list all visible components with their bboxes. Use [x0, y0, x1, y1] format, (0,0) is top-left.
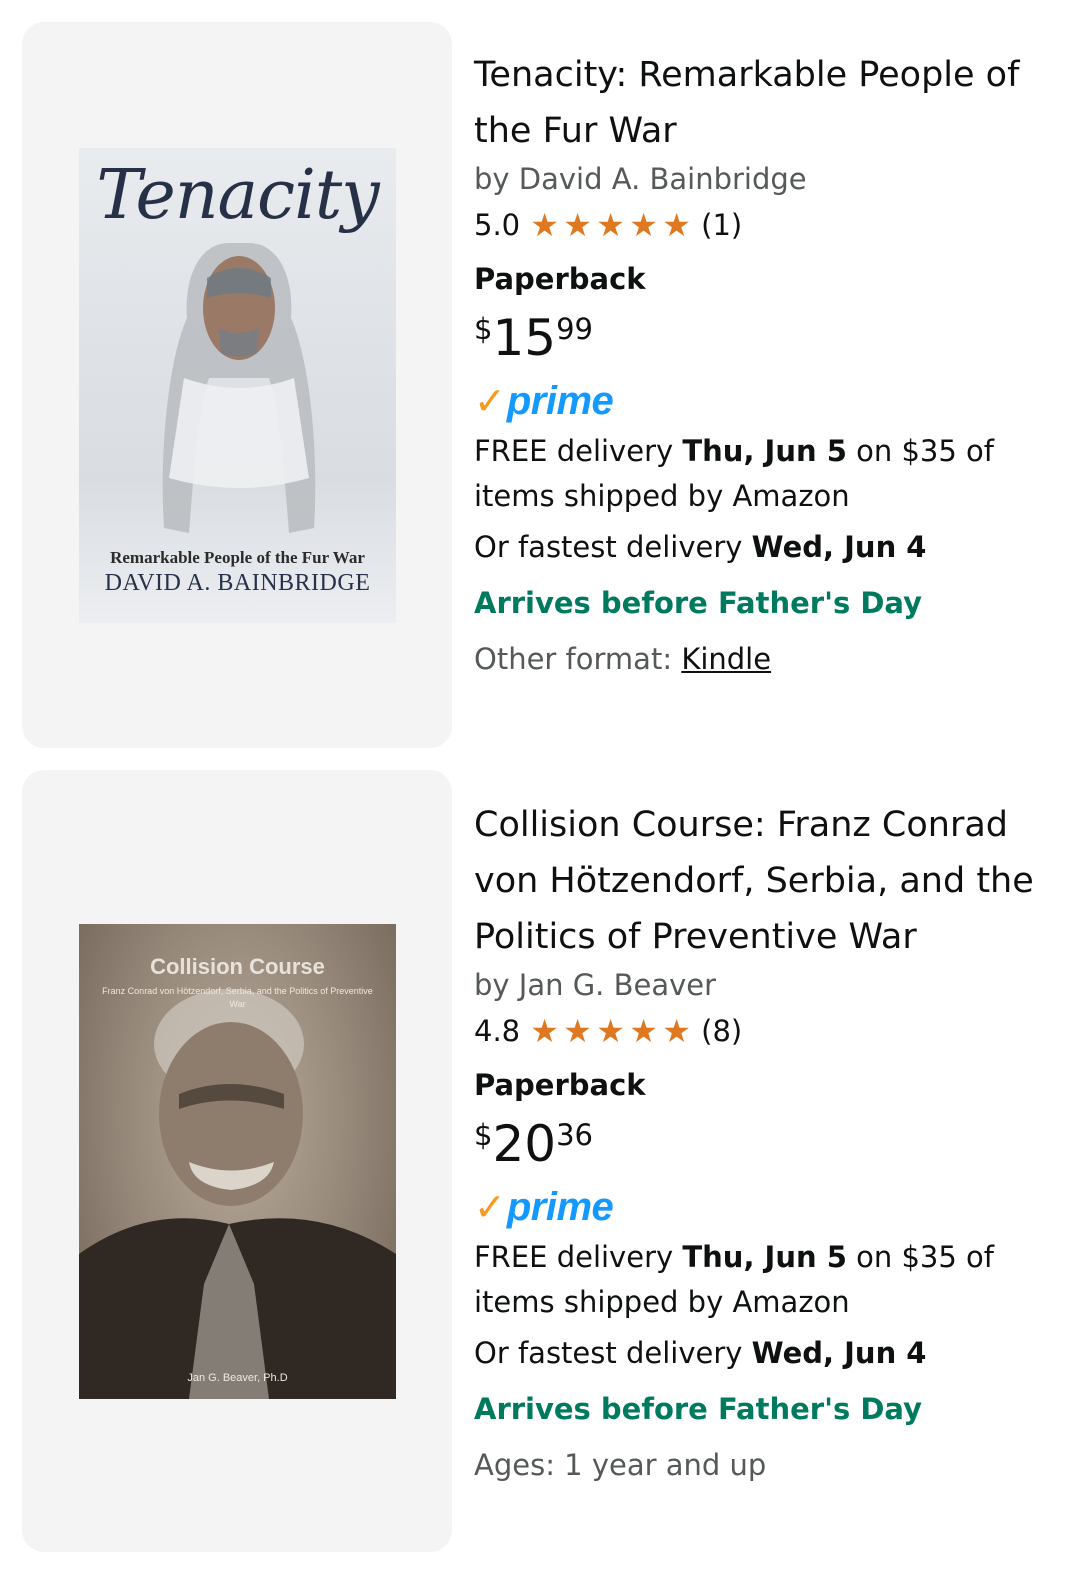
fastest-delivery-text: Or fastest delivery Wed, Jun 4	[474, 1325, 1054, 1381]
book-cover-image[interactable]: Collision Course Franz Conrad von Hötzen…	[79, 924, 396, 1399]
prime-badge: ✓ prime	[474, 373, 1054, 429]
prime-logo: prime	[506, 1184, 614, 1229]
price-fraction: 36	[556, 1118, 593, 1152]
kindle-format-link[interactable]: Kindle	[681, 642, 771, 676]
star-rating-icon: ★ ★ ★ ★ ★	[528, 1015, 693, 1047]
arrives-before-badge: Arrives before Father's Day	[474, 586, 922, 620]
star-icon: ★	[596, 206, 625, 244]
delivery-date: Thu, Jun 5	[682, 434, 847, 468]
cover-title: Tenacity	[96, 156, 379, 235]
fastest-delivery-text: Or fastest delivery Wed, Jun 4	[474, 519, 1054, 575]
price: $ 15 99	[474, 309, 1054, 371]
rating-value: 5.0	[474, 208, 521, 242]
price-whole: 20	[492, 1115, 557, 1173]
rating-count: (1)	[701, 208, 743, 242]
rating-count: (8)	[701, 1014, 743, 1048]
prime-logo: prime	[506, 378, 614, 423]
fastest-prefix: Or fastest delivery	[474, 530, 752, 564]
product-byline: by Jan G. Beaver	[474, 968, 717, 1002]
prime-badge: ✓ prime	[474, 1179, 1054, 1235]
product-image-panel[interactable]: Tenacity Remarkable People of the Fur Wa…	[22, 22, 452, 748]
rating-value: 4.8	[474, 1014, 521, 1048]
other-format: Other format: Kindle	[474, 631, 1054, 687]
star-icon: ★	[530, 206, 559, 244]
star-rating-icon: ★ ★ ★ ★ ★	[528, 209, 693, 241]
arrives-before-badge: Arrives before Father's Day	[474, 1392, 922, 1426]
format-label[interactable]: Paperback	[474, 1057, 1054, 1113]
star-icon: ★	[662, 206, 691, 244]
price: $ 20 36	[474, 1115, 1054, 1177]
star-icon: ★	[629, 206, 658, 244]
cover-author: Jan G. Beaver, Ph.D	[187, 1372, 288, 1384]
fastest-date: Wed, Jun 4	[751, 530, 927, 564]
star-icon: ★	[563, 206, 592, 244]
rating-row[interactable]: 5.0 ★ ★ ★ ★ ★ (1)	[474, 199, 1054, 251]
cover-author: DAVID A. BAINBRIDGE	[104, 570, 371, 596]
price-symbol: $	[474, 312, 493, 346]
star-icon: ★	[662, 1012, 691, 1050]
price-fraction: 99	[556, 312, 593, 346]
product-info: Collision Course: Franz Conrad von Hötze…	[474, 797, 1054, 1493]
ages-text: Ages: 1 year and up	[474, 1448, 767, 1482]
fastest-prefix: Or fastest delivery	[474, 1336, 752, 1370]
prime-check-icon: ✓	[474, 379, 506, 423]
delivery-date: Thu, Jun 5	[682, 1240, 847, 1274]
product-byline: by David A. Bainbridge	[474, 162, 807, 196]
free-delivery-text: FREE delivery Thu, Jun 5 on $35 of items…	[474, 429, 1054, 519]
product-info: Tenacity: Remarkable People of the Fur W…	[474, 47, 1054, 687]
product-title-link[interactable]: Collision Course: Franz Conrad von Hötze…	[474, 797, 1054, 965]
cover-title: Collision Course	[150, 954, 325, 979]
free-delivery-text: FREE delivery Thu, Jun 5 on $35 of items…	[474, 1235, 1054, 1325]
format-label[interactable]: Paperback	[474, 251, 1054, 307]
product-title-link[interactable]: Tenacity: Remarkable People of the Fur W…	[474, 47, 1054, 159]
delivery-prefix: FREE delivery	[474, 1240, 683, 1274]
price-whole: 15	[492, 309, 557, 367]
book-cover-image[interactable]: Tenacity Remarkable People of the Fur Wa…	[79, 148, 396, 623]
other-format-label: Other format:	[474, 642, 682, 676]
search-result[interactable]: Collision Course Franz Conrad von Hötzen…	[0, 770, 1076, 1560]
star-icon: ★	[596, 1012, 625, 1050]
delivery-prefix: FREE delivery	[474, 434, 683, 468]
search-result[interactable]: Tenacity Remarkable People of the Fur Wa…	[0, 0, 1076, 750]
star-icon: ★	[530, 1012, 559, 1050]
star-icon: ★	[563, 1012, 592, 1050]
cover-subtitle: Remarkable People of the Fur War	[110, 548, 365, 567]
fastest-date: Wed, Jun 4	[751, 1336, 927, 1370]
product-image-panel[interactable]: Collision Course Franz Conrad von Hötzen…	[22, 770, 452, 1552]
star-icon: ★	[629, 1012, 658, 1050]
prime-check-icon: ✓	[474, 1185, 506, 1229]
rating-row[interactable]: 4.8 ★ ★ ★ ★ ★ (8)	[474, 1005, 1054, 1057]
cover-subtitle: Franz Conrad von Hötzendorf, Serbia, and…	[102, 986, 373, 1009]
price-symbol: $	[474, 1118, 493, 1152]
